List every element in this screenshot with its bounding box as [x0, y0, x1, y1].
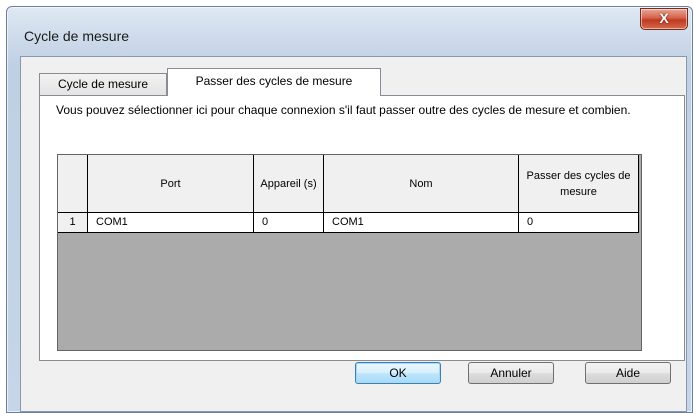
cell-skip-cycles[interactable]: 0: [519, 213, 639, 233]
grid-corner-header: [58, 155, 88, 213]
panel-description: Vous pouvez sélectionner ici pour chaque…: [56, 103, 631, 117]
cell-port[interactable]: COM1: [88, 213, 254, 233]
tab-cycle-de-mesure[interactable]: Cycle de mesure: [39, 73, 167, 96]
ok-button[interactable]: OK: [355, 362, 441, 384]
header-port[interactable]: Port: [88, 155, 254, 213]
connections-grid[interactable]: Port Appareil (s) Nom Passer des cycles …: [57, 154, 642, 351]
row-number[interactable]: 1: [58, 213, 88, 233]
tab-panel: Vous pouvez sélectionner ici pour chaque…: [39, 95, 685, 361]
window-title: Cycle de mesure: [24, 28, 130, 44]
cancel-button[interactable]: Annuler: [468, 362, 554, 384]
header-skip-cycles[interactable]: Passer des cycles de mesure: [519, 155, 639, 213]
close-icon: X: [659, 10, 669, 26]
close-button[interactable]: X: [640, 8, 688, 30]
dialog-client-area: Cycle de mesure Passer des cycles de mes…: [20, 56, 687, 412]
cell-device[interactable]: 0: [254, 213, 324, 233]
header-name[interactable]: Nom: [324, 155, 519, 213]
tab-passer-des-cycles[interactable]: Passer des cycles de mesure: [167, 68, 381, 96]
help-button[interactable]: Aide: [585, 362, 671, 384]
cell-name[interactable]: COM1: [324, 213, 519, 233]
header-device[interactable]: Appareil (s): [254, 155, 324, 213]
